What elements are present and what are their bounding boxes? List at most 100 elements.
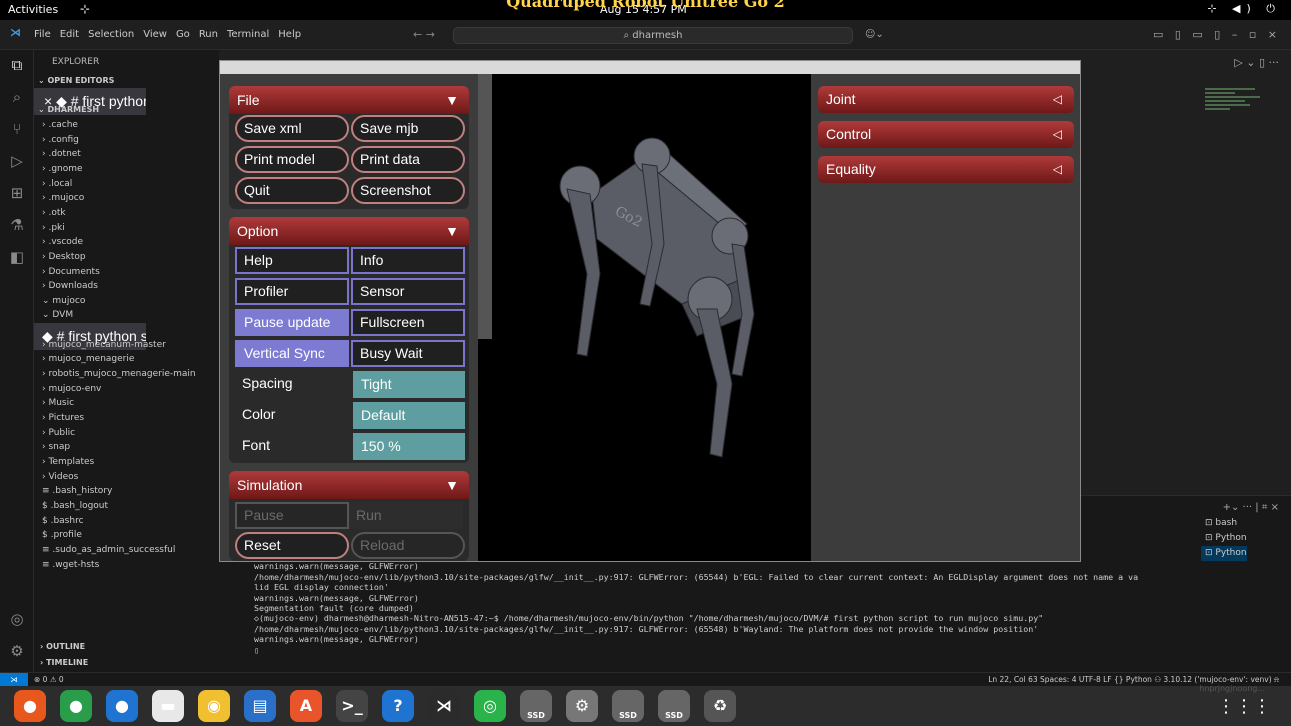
menu-item-terminal[interactable]: Terminal xyxy=(227,29,269,40)
mujoco-window-titlebar[interactable] xyxy=(220,61,1080,74)
explorer-icon[interactable]: ⧉ xyxy=(8,56,26,74)
thunderbird-icon[interactable]: ● xyxy=(106,690,138,722)
tree-item[interactable]: ≡ .sudo_as_admin_successful xyxy=(34,543,219,557)
font-select[interactable]: 150 % xyxy=(353,433,465,460)
tree-item[interactable]: › .gnome xyxy=(34,162,219,176)
fullscreen-toggle[interactable]: Fullscreen xyxy=(351,309,465,336)
terminal-toolbar[interactable]: +⌄ ··· | ⌗ × xyxy=(1223,502,1279,513)
tree-item[interactable]: › Videos xyxy=(34,470,219,484)
profiler-toggle[interactable]: Profiler xyxy=(235,278,349,305)
tree-item[interactable]: › .mujoco xyxy=(34,191,219,205)
tree-item[interactable]: › mujoco-env xyxy=(34,382,219,396)
copilot-icon[interactable]: ☺⌄ xyxy=(865,29,884,40)
testing-icon[interactable]: ⚗ xyxy=(8,216,26,234)
run-debug-icon[interactable]: ▷ xyxy=(8,152,26,170)
trash-icon[interactable]: ♻ xyxy=(704,690,736,722)
whatsapp-icon[interactable]: ◎ xyxy=(474,690,506,722)
timeline-section[interactable]: › TIMELINE xyxy=(40,658,88,667)
remote-explorer-icon[interactable]: ◧ xyxy=(8,248,26,266)
tree-item[interactable]: › Music xyxy=(34,396,219,410)
joint-section-header[interactable]: Joint ◁ xyxy=(818,86,1074,113)
reload-button[interactable]: Reload xyxy=(351,532,465,559)
chrome-icon[interactable]: ● xyxy=(60,690,92,722)
show-apps-icon[interactable]: ⋮⋮⋮ xyxy=(1217,696,1271,717)
tree-item[interactable]: › Templates xyxy=(34,455,219,469)
workspace-root[interactable]: ⌄ DHARMESH xyxy=(38,103,223,117)
tree-item[interactable]: › Pictures xyxy=(34,411,219,425)
tree-item[interactable]: › mujoco_mecanum-master xyxy=(34,338,219,352)
option-section-header[interactable]: Option ▼ xyxy=(229,217,469,245)
tree-item[interactable]: ≡ .wget-hsts xyxy=(34,558,219,572)
remote-indicator-icon[interactable]: ⋊ xyxy=(0,673,28,687)
tree-item[interactable]: › .otk xyxy=(34,206,219,220)
minimap[interactable] xyxy=(1205,88,1265,128)
equality-section-header[interactable]: Equality ◁ xyxy=(818,156,1074,183)
tree-item[interactable]: $ .profile xyxy=(34,528,219,542)
outline-section[interactable]: › OUTLINE xyxy=(40,642,85,651)
settings-gear-icon[interactable]: ⚙ xyxy=(8,642,26,660)
tree-item[interactable]: › Documents xyxy=(34,265,219,279)
help-icon[interactable]: ? xyxy=(382,690,414,722)
print-data-button[interactable]: Print data xyxy=(351,146,465,173)
window-controls[interactable]: ▭ ▯ ▭ ▯ – ▫ × xyxy=(1153,28,1281,41)
menu-item-view[interactable]: View xyxy=(143,29,167,40)
search-icon[interactable]: ⌕ xyxy=(8,88,26,106)
spacing-select[interactable]: Tight xyxy=(353,371,465,398)
terminal-icon[interactable]: >_ xyxy=(336,690,368,722)
extensions-icon[interactable]: ⊞ xyxy=(8,184,26,202)
sensor-toggle[interactable]: Sensor xyxy=(351,278,465,305)
tree-item[interactable]: ⌄ DVM xyxy=(34,308,219,322)
reset-button[interactable]: Reset xyxy=(235,532,349,559)
editor-actions[interactable]: ▷ ⌄ ▯ ··· xyxy=(1234,56,1279,69)
control-section-header[interactable]: Control ◁ xyxy=(818,121,1074,148)
menu-item-file[interactable]: File xyxy=(34,29,51,40)
left-panel-scrollbar[interactable] xyxy=(478,74,492,339)
problems-count[interactable]: ⊗ 0 ⚠ 0 xyxy=(34,675,64,684)
save-xml-button[interactable]: Save xml xyxy=(235,115,349,142)
menu-item-selection[interactable]: Selection xyxy=(88,29,134,40)
menu-item-help[interactable]: Help xyxy=(278,29,301,40)
firefox-icon[interactable]: ● xyxy=(14,690,46,722)
tree-item[interactable]: $ .bashrc xyxy=(34,514,219,528)
run-button[interactable]: Run xyxy=(349,502,463,529)
simulation-section-header[interactable]: Simulation ▼ xyxy=(229,471,469,499)
tree-item[interactable]: › .cache xyxy=(34,118,219,132)
nav-arrows[interactable]: ← → xyxy=(413,28,435,41)
help-toggle[interactable]: Help xyxy=(235,247,349,274)
settings-icon[interactable]: ⚙ xyxy=(566,690,598,722)
tree-item[interactable]: › .dotnet xyxy=(34,147,219,161)
tree-item[interactable]: ⌄ mujoco xyxy=(34,294,219,308)
command-center-search[interactable]: ⌕ dharmesh xyxy=(453,27,853,44)
menu-item-run[interactable]: Run xyxy=(199,29,218,40)
file-section-header[interactable]: File ▼ xyxy=(229,86,469,114)
ssd1-icon[interactable]: SSD xyxy=(520,690,552,722)
terminal-tab[interactable]: ⊡ bash xyxy=(1201,516,1247,531)
tree-item[interactable]: › .local xyxy=(34,177,219,191)
tree-item[interactable]: › Downloads xyxy=(34,279,219,293)
writer-icon[interactable]: ▤ xyxy=(244,690,276,722)
ssd2-icon[interactable]: SSD xyxy=(612,690,644,722)
3d-viewport[interactable]: Go2 xyxy=(492,74,811,561)
account-icon[interactable]: ◎ xyxy=(8,610,26,628)
terminal-tab[interactable]: ⊡ Python xyxy=(1201,531,1247,546)
tree-item[interactable]: › Desktop xyxy=(34,250,219,264)
tree-item[interactable]: › .vscode xyxy=(34,235,219,249)
quit-button[interactable]: Quit xyxy=(235,177,349,204)
tree-item[interactable]: $ .bash_logout xyxy=(34,499,219,513)
vscode-icon[interactable]: ⋊ xyxy=(428,690,460,722)
tree-item[interactable]: ≡ .bash_history xyxy=(34,484,219,498)
busy-wait-toggle[interactable]: Busy Wait xyxy=(351,340,465,367)
tree-item[interactable]: › .config xyxy=(34,133,219,147)
tree-item[interactable]: › Public xyxy=(34,426,219,440)
pause-button[interactable]: Pause xyxy=(235,502,349,529)
info-toggle[interactable]: Info xyxy=(351,247,465,274)
tree-item[interactable]: › mujoco_menagerie xyxy=(34,352,219,366)
ssd3-icon[interactable]: SSD xyxy=(658,690,690,722)
files-icon[interactable]: ▬ xyxy=(152,690,184,722)
open-editors-header[interactable]: ⌄ OPEN EDITORS xyxy=(38,74,223,88)
save-mjb-button[interactable]: Save mjb xyxy=(351,115,465,142)
tree-item[interactable]: › snap xyxy=(34,440,219,454)
pause-update-toggle[interactable]: Pause update xyxy=(235,309,349,336)
tree-item[interactable]: › robotis_mujoco_menagerie-main xyxy=(34,367,219,381)
print-model-button[interactable]: Print model xyxy=(235,146,349,173)
